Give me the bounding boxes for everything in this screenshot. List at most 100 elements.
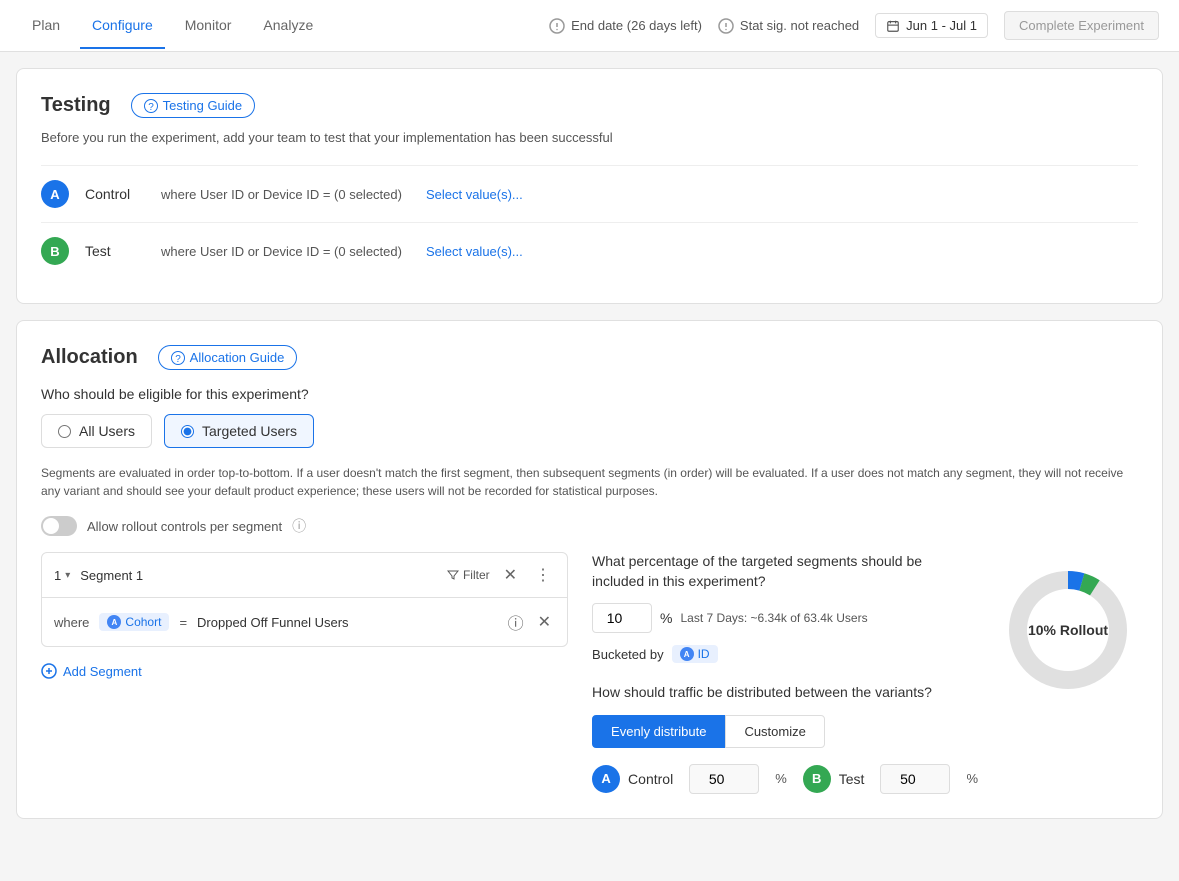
donut-chart-container: 10% Rollout: [998, 560, 1138, 700]
svg-text:?: ?: [148, 102, 154, 113]
rollout-toggle-row: Allow rollout controls per segment ⓘ: [41, 516, 1138, 536]
segment-actions: ⓘ ✕: [504, 608, 555, 636]
allocation-header: Allocation ? Allocation Guide: [41, 345, 1138, 370]
calendar-icon: [886, 19, 900, 33]
segment-body: where A Cohort = Dropped Off Funnel User…: [42, 598, 567, 646]
dist-label-control: Control: [628, 771, 673, 787]
date-range-badge: Jun 1 - Jul 1: [875, 13, 988, 38]
svg-text:?: ?: [175, 354, 181, 365]
where-label: where: [54, 615, 89, 630]
badge-a: A: [41, 180, 69, 208]
stat-sig-label: Stat sig. not reached: [740, 18, 859, 33]
variant-row-a: A Control where User ID or Device ID = (…: [41, 165, 1138, 222]
end-date-status: End date (26 days left): [549, 18, 702, 34]
variant-b-condition: where User ID or Device ID = (0 selected…: [161, 244, 402, 259]
distribution-toggle: Evenly distribute Customize: [592, 715, 978, 748]
help-circle-icon2: ?: [171, 351, 185, 365]
chevron-down-icon: ▾: [65, 570, 70, 581]
segment-header: 1 ▾ Segment 1 Filter ✕ ⋮: [42, 553, 567, 598]
right-panel-controls: What percentage of the targeted segments…: [592, 552, 978, 794]
testing-card: Testing ? Testing Guide Before you run t…: [16, 68, 1163, 304]
equals-label: =: [179, 615, 187, 630]
segment-info-icon[interactable]: ⓘ: [504, 608, 528, 636]
testing-guide-button[interactable]: ? Testing Guide: [131, 93, 256, 118]
rollout-info-icon[interactable]: ⓘ: [292, 516, 306, 536]
tab-analyze[interactable]: Analyze: [251, 3, 325, 49]
testing-header: Testing ? Testing Guide: [41, 93, 1138, 118]
targeted-users-radio[interactable]: [181, 425, 194, 438]
variant-a-name: Control: [85, 186, 145, 202]
pct-symbol-b: %: [966, 771, 978, 786]
segment-more-button[interactable]: ⋮: [531, 563, 555, 587]
main-content: Testing ? Testing Guide Before you run t…: [0, 52, 1179, 851]
top-nav: Plan Configure Monitor Analyze End date …: [0, 0, 1179, 52]
variant-row-b: B Test where User ID or Device ID = (0 s…: [41, 222, 1138, 279]
percent-symbol: %: [660, 610, 672, 626]
variant-a-pct-input[interactable]: [689, 764, 759, 794]
eligibility-radio-group: All Users Targeted Users: [41, 414, 1138, 448]
rollout-toggle-label: Allow rollout controls per segment: [87, 519, 282, 534]
variant-b-pct-input[interactable]: [880, 764, 950, 794]
tab-plan[interactable]: Plan: [20, 3, 72, 49]
segment-number: 1 ▾: [54, 568, 70, 583]
cohort-badge: A Cohort: [99, 613, 169, 631]
help-circle-icon: ?: [144, 99, 158, 113]
eligibility-question: Who should be eligible for this experime…: [41, 386, 1138, 402]
allocation-guide-button[interactable]: ? Allocation Guide: [158, 345, 298, 370]
targeted-users-label: Targeted Users: [202, 423, 297, 439]
evenly-distribute-button[interactable]: Evenly distribute: [592, 715, 725, 748]
dist-label-test: Test: [839, 771, 865, 787]
segment-box: 1 ▾ Segment 1 Filter ✕ ⋮ where: [41, 552, 568, 647]
condition-value: Dropped Off Funnel Users: [197, 615, 349, 630]
filter-button[interactable]: Filter: [447, 568, 490, 582]
plus-circle-icon: [41, 663, 57, 679]
bucketed-row: Bucketed by A ID: [592, 645, 978, 663]
remove-condition-button[interactable]: ✕: [534, 610, 555, 634]
tab-monitor[interactable]: Monitor: [173, 3, 244, 49]
variant-b-select[interactable]: Select value(s)...: [426, 244, 523, 259]
segments-info-text: Segments are evaluated in order top-to-b…: [41, 464, 1138, 500]
customize-button[interactable]: Customize: [725, 715, 824, 748]
percentage-input[interactable]: [592, 603, 652, 633]
donut-chart: 10% Rollout: [998, 560, 1138, 700]
complete-experiment-button[interactable]: Complete Experiment: [1004, 11, 1159, 40]
variant-a-select[interactable]: Select value(s)...: [426, 187, 523, 202]
donut-label: 10% Rollout: [1028, 622, 1108, 638]
targeted-users-option[interactable]: Targeted Users: [164, 414, 314, 448]
rollout-toggle[interactable]: [41, 516, 77, 536]
warning-circle-icon: [549, 18, 565, 34]
bucketed-by-label: Bucketed by: [592, 647, 664, 662]
allocation-left: 1 ▾ Segment 1 Filter ✕ ⋮ where: [41, 552, 568, 683]
warning-circle-icon2: [718, 18, 734, 34]
all-users-option[interactable]: All Users: [41, 414, 152, 448]
stat-sig-status: Stat sig. not reached: [718, 18, 859, 34]
variant-dist-b: B Test: [803, 765, 865, 793]
variants-distribution: A Control % B Test %: [592, 764, 978, 794]
percentage-row: % Last 7 Days: ~6.34k of 63.4k Users: [592, 603, 978, 633]
close-segment-button[interactable]: ✕: [500, 563, 521, 587]
tab-configure[interactable]: Configure: [80, 3, 165, 49]
date-range-label: Jun 1 - Jul 1: [906, 18, 977, 33]
id-badge: A ID: [672, 645, 718, 663]
percentage-info: Last 7 Days: ~6.34k of 63.4k Users: [681, 611, 868, 625]
variant-a-condition: where User ID or Device ID = (0 selected…: [161, 187, 402, 202]
dist-badge-b: B: [803, 765, 831, 793]
all-users-label: All Users: [79, 423, 135, 439]
nav-status-items: End date (26 days left) Stat sig. not re…: [549, 11, 1159, 40]
dist-badge-a: A: [592, 765, 620, 793]
allocation-title: Allocation: [41, 346, 138, 369]
testing-title: Testing: [41, 94, 111, 117]
traffic-question: How should traffic be distributed betwee…: [592, 683, 978, 703]
id-icon: A: [680, 647, 694, 661]
allocation-right: What percentage of the targeted segments…: [592, 552, 1138, 794]
filter-icon: [447, 569, 459, 581]
add-segment-button[interactable]: Add Segment: [41, 659, 142, 683]
right-panel-inner: What percentage of the targeted segments…: [592, 552, 1138, 794]
variant-dist-a: A Control: [592, 765, 673, 793]
badge-b: B: [41, 237, 69, 265]
testing-description: Before you run the experiment, add your …: [41, 130, 1138, 145]
id-value: ID: [698, 647, 710, 661]
all-users-radio[interactable]: [58, 425, 71, 438]
cohort-label: Cohort: [125, 615, 161, 629]
segment-title: Segment 1: [80, 568, 437, 583]
